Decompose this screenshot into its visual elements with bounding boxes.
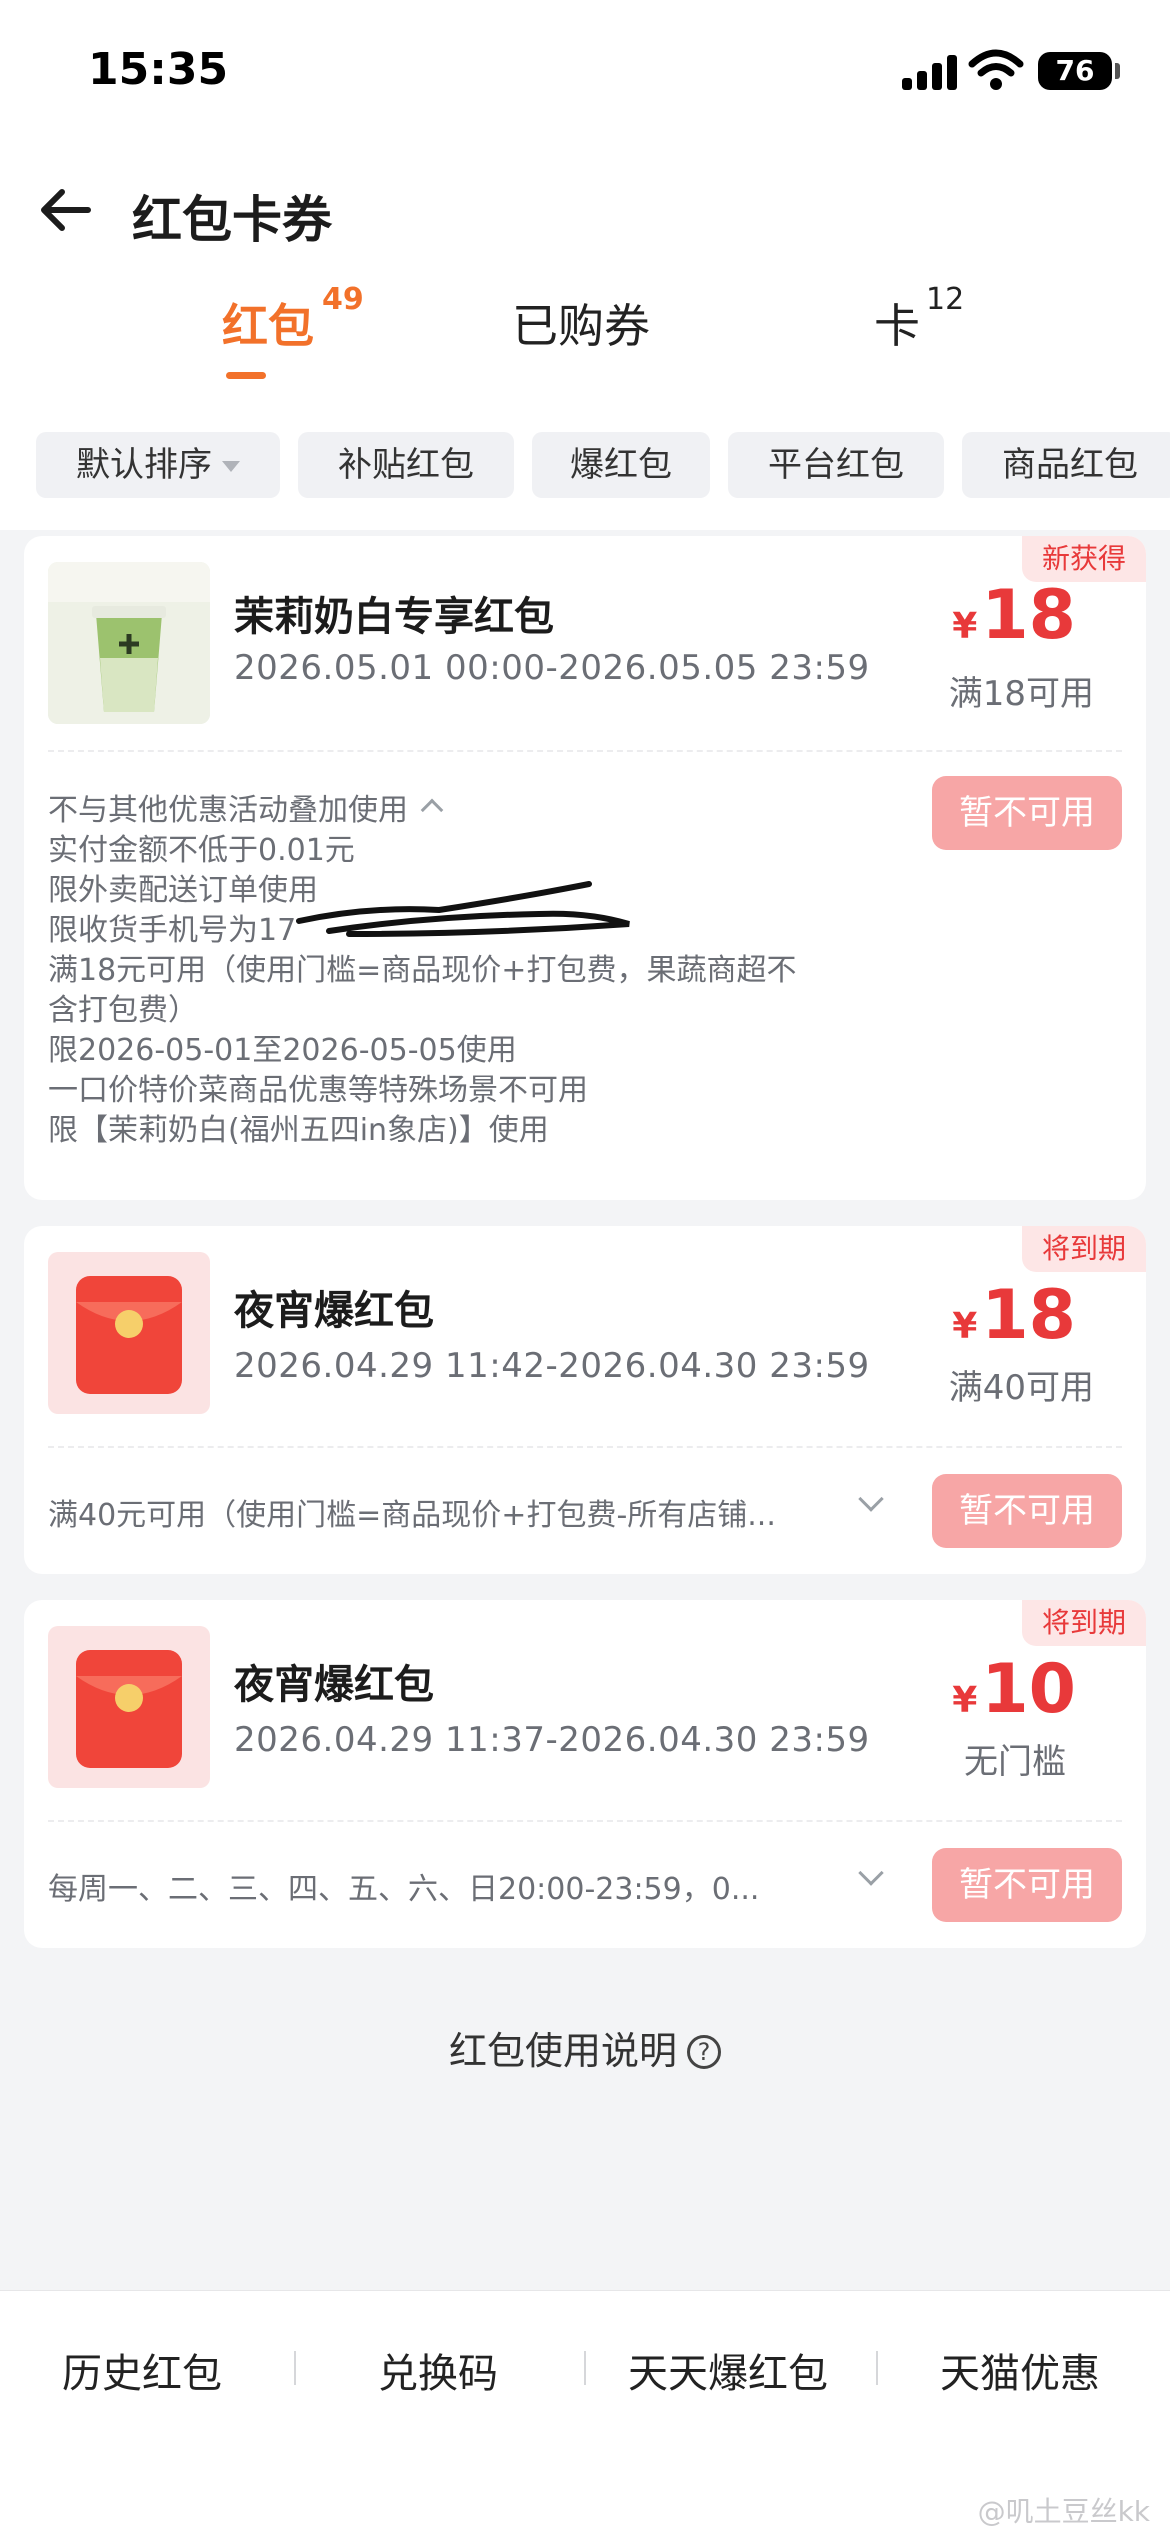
chip-label: 商品红包	[1002, 445, 1138, 485]
tab-cards[interactable]: 卡 12	[874, 282, 964, 390]
wifi-icon	[968, 49, 1024, 90]
coupon-rules: 不与其他优惠活动叠加使用 实付金额不低于0.01元 限外卖配送订单使用 限收货手…	[48, 791, 948, 1151]
watermark: @叽土豆丝kk	[977, 2495, 1150, 2528]
rule-text: 不与其他优惠活动叠加使用	[48, 793, 408, 828]
divider	[48, 1820, 1122, 1822]
coupon-amount: ¥10	[952, 1650, 1076, 1729]
amount-value: 18	[981, 1276, 1076, 1355]
separator	[876, 2351, 878, 2385]
usage-instructions-link[interactable]: 红包使用说明?	[0, 2020, 1170, 2075]
daily-burst-link[interactable]: 天天爆红包	[628, 2341, 828, 2399]
coupon-amount: ¥18	[952, 576, 1076, 655]
back-arrow-icon[interactable]	[36, 180, 96, 240]
coupon-card[interactable]: 将到期 夜宵爆红包 2026.04.29 11:37-2026.04.30 23…	[24, 1600, 1146, 1948]
page-title: 红包卡券	[132, 191, 332, 249]
chip-default-sort[interactable]: 默认排序	[36, 432, 280, 498]
signal-icon	[902, 54, 958, 90]
separator	[294, 2351, 296, 2385]
tab-bar: 红包 49 已购券 卡 12	[0, 282, 1170, 390]
coupon-summary[interactable]: 满40元可用（使用门槛=商品现价+打包费-所有店铺...	[48, 1490, 868, 1534]
help-label: 红包使用说明	[448, 2029, 677, 2073]
unavailable-button[interactable]: 暂不可用	[932, 776, 1122, 850]
chip-product[interactable]: 商品红包	[962, 432, 1170, 498]
unavailable-button[interactable]: 暂不可用	[932, 1474, 1122, 1548]
status-bar: 15:35 76	[0, 0, 1170, 150]
red-envelope-icon	[48, 1252, 210, 1414]
history-hongbao-link[interactable]: 历史红包	[62, 2341, 222, 2399]
divider	[48, 750, 1122, 752]
chip-label: 爆红包	[570, 445, 672, 485]
filter-chips: 默认排序 补贴红包 爆红包 平台红包 商品红包	[0, 432, 1170, 500]
tab-active-indicator	[226, 372, 266, 379]
coupon-summary[interactable]: 每周一、二、三、四、五、六、日20:00-23:59，0...	[48, 1864, 868, 1908]
coupon-condition: 满40可用	[948, 1368, 1094, 1408]
coupon-title: 夜宵爆红包	[234, 1662, 434, 1708]
coupon-date: 2026.04.29 11:42-2026.04.30 23:59	[234, 1346, 870, 1386]
chip-label: 补贴红包	[338, 445, 474, 485]
caret-down-icon	[222, 461, 240, 472]
currency-symbol: ¥	[952, 606, 978, 647]
chip-label: 平台红包	[768, 445, 904, 485]
battery-icon: 76	[1038, 52, 1112, 90]
rule-line[interactable]: 不与其他优惠活动叠加使用	[48, 791, 948, 831]
status-badge: 将到期	[1021, 1600, 1146, 1646]
product-thumbnail	[48, 562, 210, 724]
divider	[48, 1446, 1122, 1448]
coupon-title: 茉莉奶白专享红包	[234, 594, 554, 640]
amount-value: 18	[981, 576, 1076, 655]
coupon-card[interactable]: 将到期 夜宵爆红包 2026.04.29 11:42-2026.04.30 23…	[24, 1226, 1146, 1574]
tab-label: 红包	[222, 299, 314, 353]
rule-line: 限【茉莉奶白(福州五四in象店)】使用	[48, 1113, 549, 1148]
rule-line: 含打包费）	[48, 993, 198, 1028]
question-icon: ?	[687, 2035, 721, 2069]
battery-tip	[1115, 63, 1120, 79]
tab-purchased-coupons[interactable]: 已购券	[512, 290, 650, 390]
tab-count: 49	[322, 282, 364, 317]
chip-label: 默认排序	[76, 445, 212, 485]
chip-platform[interactable]: 平台红包	[728, 432, 944, 498]
separator	[584, 2351, 586, 2385]
coupon-card[interactable]: 新获得 茉莉奶白专享红包 2026.05.01 00:00-2026.05.05…	[24, 536, 1146, 1200]
chip-subsidy[interactable]: 补贴红包	[298, 432, 514, 498]
tmall-deals-link[interactable]: 天猫优惠	[940, 2341, 1100, 2399]
coupon-condition: 满18可用	[948, 674, 1094, 714]
chip-burst[interactable]: 爆红包	[532, 432, 710, 498]
rule-line: 实付金额不低于0.01元	[48, 833, 355, 868]
unavailable-button[interactable]: 暂不可用	[932, 1848, 1122, 1922]
coupon-condition: 无门槛	[964, 1742, 1066, 1782]
redaction-scribble	[296, 881, 630, 937]
nav-bar: 红包卡券	[0, 160, 1170, 260]
coupon-title: 夜宵爆红包	[234, 1288, 434, 1334]
rule-line: 满18元可用（使用门槛=商品现价+打包费，果蔬商超不	[48, 953, 797, 988]
coupon-amount: ¥18	[952, 1276, 1076, 1355]
drink-image-icon	[48, 562, 210, 724]
status-time: 15:35	[88, 44, 229, 95]
tab-label: 卡	[874, 299, 920, 353]
coupon-date: 2026.04.29 11:37-2026.04.30 23:59	[234, 1720, 870, 1760]
status-badge: 将到期	[1021, 1226, 1146, 1272]
chevron-up-icon[interactable]	[420, 798, 444, 822]
amount-value: 10	[981, 1650, 1076, 1729]
coupon-date: 2026.05.01 00:00-2026.05.05 23:59	[234, 648, 870, 688]
red-envelope-icon	[48, 1626, 210, 1788]
tab-count: 12	[926, 282, 965, 317]
tab-label: 已购券	[512, 299, 650, 353]
rule-line: 一口价特价菜商品优惠等特殊场景不可用	[48, 1073, 588, 1108]
currency-symbol: ¥	[952, 1306, 978, 1347]
rule-line: 限2026-05-01至2026-05-05使用	[48, 1033, 517, 1068]
currency-symbol: ¥	[952, 1680, 978, 1721]
redeem-code-link[interactable]: 兑换码	[378, 2341, 498, 2399]
